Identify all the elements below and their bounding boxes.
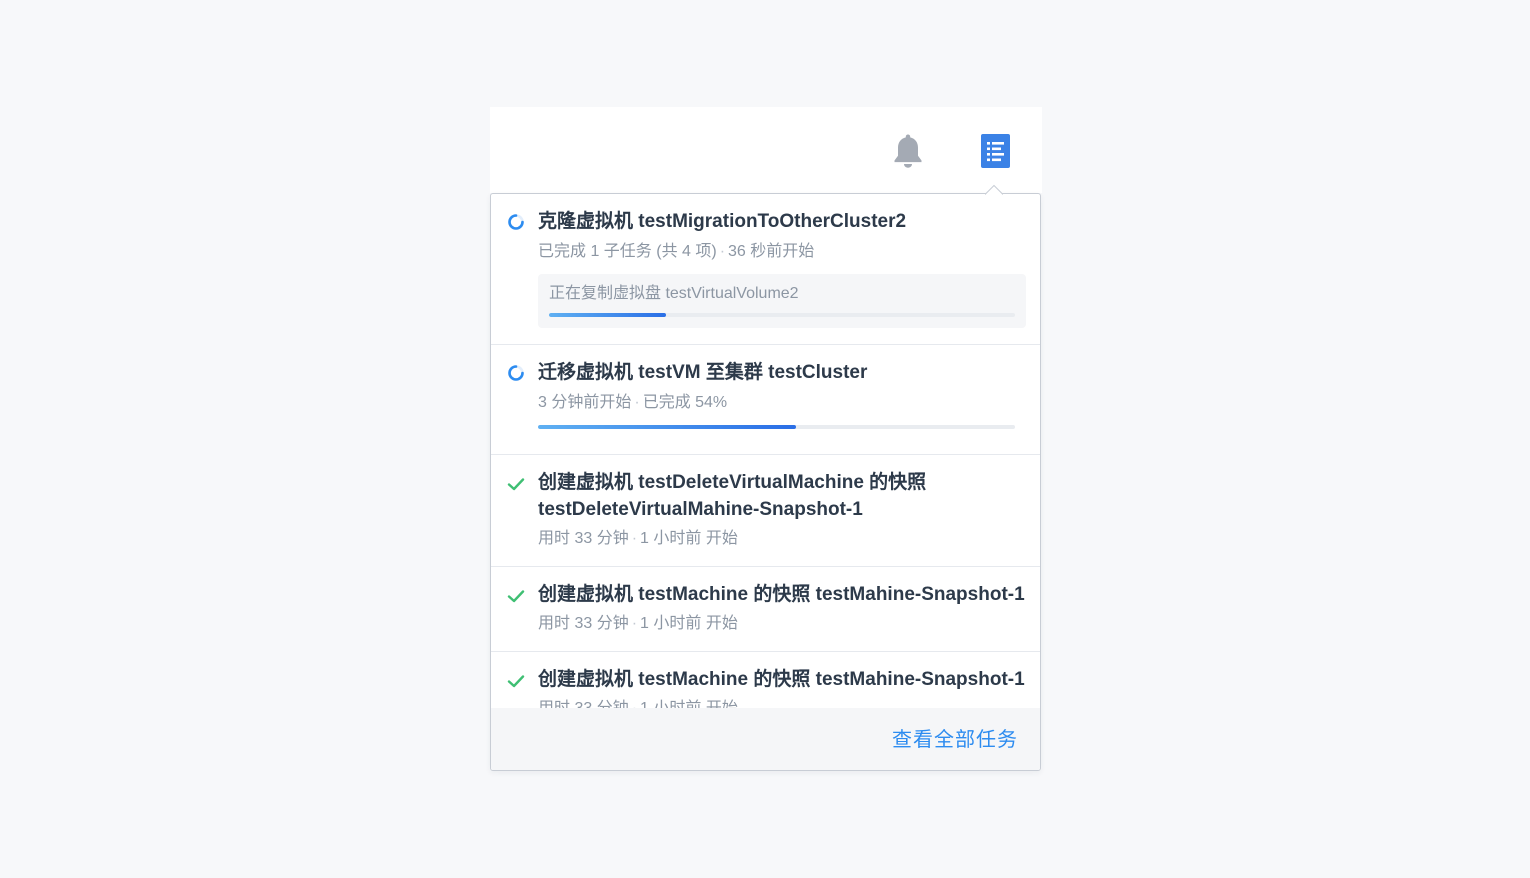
subtask-label: 正在复制虚拟盘 testVirtualVolume2 [549, 285, 799, 302]
meta-separator: · [629, 700, 640, 708]
task-duration: 用时 33 分钟 [538, 700, 629, 708]
task-meta: 已完成 1 子任务 (共 4 项) · 36 秒前开始 [538, 241, 814, 263]
subtask-box: 正在复制虚拟盘 testVirtualVolume2 [538, 274, 1026, 328]
task-title: 创建虚拟机 testMachine 的快照 testMahine-Snapsho… [538, 669, 1025, 690]
task-item[interactable]: 创建虚拟机 testDeleteVirtualMachine 的快照 testD… [491, 455, 1040, 567]
meta-separator: · [631, 530, 638, 547]
task-progress-track [538, 425, 1015, 429]
task-meta: 3 分钟前开始 · 已完成 54% [538, 392, 727, 414]
task-title: 创建虚拟机 testMachine 的快照 testMahine-Snapsho… [538, 584, 1025, 605]
task-progress-fill [538, 425, 796, 429]
bell-icon [894, 134, 922, 168]
task-duration: 用时 33 分钟 [538, 530, 629, 547]
meta-separator: · [719, 243, 726, 260]
task-item[interactable]: 创建虚拟机 testMachine 的快照 testMahine-Snapsho… [491, 567, 1040, 652]
task-progress-text: 已完成 54% [642, 394, 728, 411]
task-item[interactable]: 迁移虚拟机 testVM 至集群 testCluster 3 分钟前开始 · 已完成… [491, 345, 1040, 455]
task-start-time: 36 秒前开始 [728, 243, 815, 260]
meta-separator: · [631, 615, 638, 632]
task-item[interactable]: 创建虚拟机 testMachine 的快照 testMahine-Snapsho… [491, 652, 1040, 708]
task-panel: 克隆虚拟机 testMigrationToOtherCluster2 已完成 1… [490, 193, 1041, 771]
check-icon [507, 590, 525, 603]
task-meta: 用时 33 分钟·1 小时前 开始 [538, 528, 738, 550]
tasks-button[interactable] [981, 134, 1010, 168]
subtask-progress-fill [549, 313, 666, 317]
task-title: 创建虚拟机 testDeleteVirtualMachine 的快照 [538, 472, 927, 493]
check-icon [507, 478, 525, 491]
panel-footer: 查看全部任务 [491, 708, 1040, 770]
task-start-time: 3 分钟前开始 [538, 394, 632, 411]
task-meta: 用时 33 分钟·1 小时前 开始 [538, 613, 738, 635]
spinner-icon [508, 365, 524, 381]
task-meta: 用时 33 分钟·1 小时前 开始 [538, 698, 738, 708]
meta-separator: · [634, 394, 640, 411]
subtask-progress-track [549, 313, 1015, 317]
notifications-button[interactable] [893, 133, 923, 169]
popover-caret [985, 184, 1003, 195]
spinner-icon [508, 214, 524, 230]
task-start-time: 1 小时前 开始 [640, 615, 738, 632]
task-item[interactable]: 克隆虚拟机 testMigrationToOtherCluster2 已完成 1… [491, 194, 1040, 345]
task-start-time: 1 小时前 开始 [640, 530, 738, 547]
task-title: 迁移虚拟机 testVM 至集群 testCluster [538, 362, 868, 383]
check-icon [507, 675, 525, 688]
view-all-tasks-link[interactable]: 查看全部任务 [892, 727, 1018, 753]
task-subtask-count: 已完成 1 子任务 (共 4 项) [538, 243, 717, 260]
top-bar [490, 107, 1042, 193]
task-list[interactable]: 克隆虚拟机 testMigrationToOtherCluster2 已完成 1… [491, 194, 1040, 708]
task-start-time: 1 小时前 开始 [640, 700, 738, 708]
task-list-icon [981, 134, 1010, 168]
task-duration: 用时 33 分钟 [538, 615, 629, 632]
task-title-continued: testDeleteVirtualMahine-Snapshot-1 [538, 499, 863, 520]
task-title: 克隆虚拟机 testMigrationToOtherCluster2 [538, 211, 907, 232]
